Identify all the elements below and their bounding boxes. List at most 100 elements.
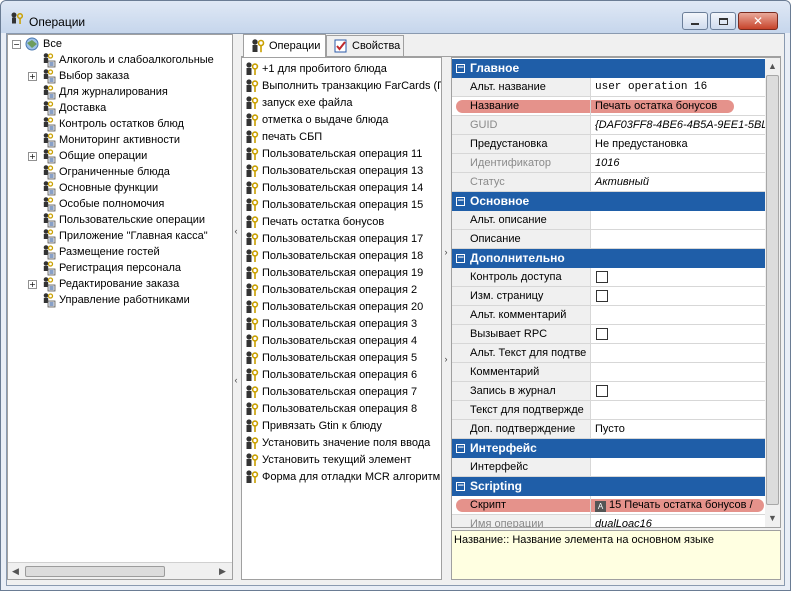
property-row[interactable]: GUID {DAF03FF8-4BE6-4B5A-9EE1-5BL [452, 116, 765, 135]
tree-item[interactable]: Ограниченные блюда [28, 164, 170, 180]
property-value[interactable]: dualLoac16 [592, 515, 765, 527]
property-value[interactable]: {DAF03FF8-4BE6-4B5A-9EE1-5BL [592, 116, 765, 134]
operations-list[interactable]: +1 для пробитого блюда Выполнить транзакц… [241, 57, 442, 580]
tree-item[interactable]: Приложение "Главная касса" [28, 228, 208, 244]
property-row[interactable]: Статус Активный [452, 173, 765, 192]
operation-item[interactable]: Выполнить транзакцию FarCards (П, [242, 77, 441, 94]
tree-item[interactable]: Управление работниками [28, 292, 190, 308]
tree-item[interactable]: Размещение гостей [28, 244, 160, 260]
scroll-up-icon[interactable]: ▲ [768, 61, 777, 71]
property-row[interactable]: Доп. подтверждение Пусто [452, 420, 765, 439]
collapse-icon[interactable]: − [456, 197, 465, 206]
property-row[interactable]: Предустановка Не предустановка [452, 135, 765, 154]
tree-horizontal-scrollbar[interactable]: ◀ ▶ [8, 562, 232, 579]
property-row[interactable]: Скрипт A 15 Печать остатка бонусов / [452, 496, 765, 515]
tree-item[interactable]: Особые полномочия [28, 196, 164, 212]
tree-item[interactable]: Мониторинг активности [28, 132, 180, 148]
tree-item[interactable]: + Общие операции [28, 148, 147, 164]
property-checkbox[interactable] [596, 385, 608, 397]
property-grid-scrollbar[interactable]: ▲ ▼ [765, 58, 780, 527]
property-row[interactable]: Идентификатор 1016 [452, 154, 765, 173]
splitter-left[interactable]: ‹ ‹ [233, 34, 239, 580]
property-row[interactable]: Текст для подтвержде [452, 401, 765, 420]
operation-item[interactable]: Пользовательская операция 20 [242, 298, 441, 315]
operation-item[interactable]: Пользовательская операция 19 [242, 264, 441, 281]
tab-operations[interactable]: Операции [243, 34, 326, 57]
property-category[interactable]: − Дополнительно [452, 249, 765, 268]
tree-root[interactable]: − Все [12, 36, 62, 52]
tab-properties[interactable]: Свойства [326, 35, 404, 56]
property-value[interactable]: Печать остатка бонусов [592, 97, 765, 115]
operation-item[interactable]: Пользовательская операция 6 [242, 366, 441, 383]
property-row[interactable]: Альт. описание [452, 211, 765, 230]
operation-item[interactable]: Привязать Gtin к блюду [242, 417, 441, 434]
operation-item[interactable]: Пользовательская операция 13 [242, 162, 441, 179]
operation-item[interactable]: Пользовательская операция 3 [242, 315, 441, 332]
collapse-left-icon-2[interactable]: ‹ [233, 375, 239, 385]
collapse-icon[interactable]: − [456, 444, 465, 453]
property-row[interactable]: Альт. Текст для подтве [452, 344, 765, 363]
property-value[interactable]: user operation 16 [592, 78, 765, 96]
property-row[interactable]: Имя операции dualLoac16 [452, 515, 765, 527]
operation-item[interactable]: Пользовательская операция 5 [242, 349, 441, 366]
property-row[interactable]: Вызывает RPC [452, 325, 765, 344]
tree-item[interactable]: Контроль остатков блюд [28, 116, 184, 132]
property-row[interactable]: Название Печать остатка бонусов [452, 97, 765, 116]
property-value[interactable]: Пусто [592, 420, 765, 438]
property-value[interactable] [592, 401, 765, 419]
maximize-button[interactable] [710, 12, 736, 30]
property-row[interactable]: Альт. комментарий [452, 306, 765, 325]
collapse-icon[interactable]: − [12, 39, 21, 49]
expand-right-icon[interactable]: › [443, 247, 449, 257]
operation-item[interactable]: Пользовательская операция 7 [242, 383, 441, 400]
operation-item[interactable]: запуск exe файла [242, 94, 441, 111]
property-checkbox[interactable] [596, 290, 608, 302]
operation-item[interactable]: Пользовательская операция 17 [242, 230, 441, 247]
collapse-icon[interactable]: − [456, 254, 465, 263]
scrollbar-thumb[interactable] [25, 566, 165, 577]
operation-item[interactable]: Пользовательская операция 18 [242, 247, 441, 264]
property-category[interactable]: − Интерфейс [452, 439, 765, 458]
operation-item[interactable]: Печать остатка бонусов [242, 213, 441, 230]
property-checkbox[interactable] [596, 271, 608, 283]
close-button[interactable]: ✕ [738, 12, 778, 30]
operation-item[interactable]: Пользовательская операция 11 [242, 145, 441, 162]
splitter-right[interactable]: › › [443, 57, 449, 580]
property-value[interactable] [592, 458, 765, 476]
property-value[interactable] [592, 363, 765, 381]
property-category[interactable]: − Главное [452, 59, 765, 78]
property-row[interactable]: Описание [452, 230, 765, 249]
expand-icon[interactable]: + [28, 71, 37, 81]
operation-item[interactable]: отметка о выдаче блюда [242, 111, 441, 128]
tree-item[interactable]: Регистрация персонала [28, 260, 181, 276]
scroll-down-icon[interactable]: ▼ [768, 513, 777, 523]
property-row[interactable]: Изм. страницу [452, 287, 765, 306]
property-value[interactable]: Не предустановка [592, 135, 765, 153]
operation-item[interactable]: Пользовательская операция 2 [242, 281, 441, 298]
operation-item[interactable]: Установить значение поля ввода [242, 434, 441, 451]
operation-item[interactable]: Установить текущий элемент [242, 451, 441, 468]
operation-item[interactable]: Пользовательская операция 15 [242, 196, 441, 213]
tree-item[interactable]: Доставка [28, 100, 106, 116]
collapse-icon[interactable]: − [456, 482, 465, 491]
collapse-left-icon[interactable]: ‹ [233, 226, 239, 236]
property-category[interactable]: − Scripting [452, 477, 765, 496]
operation-item[interactable]: Пользовательская операция 4 [242, 332, 441, 349]
scroll-left-icon[interactable]: ◀ [12, 566, 19, 577]
expand-right-icon-2[interactable]: › [443, 354, 449, 364]
operation-item[interactable]: +1 для пробитого блюда [242, 60, 441, 77]
property-row[interactable]: Комментарий [452, 363, 765, 382]
property-row[interactable]: Контроль доступа [452, 268, 765, 287]
operation-item[interactable]: печать СБП [242, 128, 441, 145]
property-value[interactable] [592, 211, 765, 229]
expand-icon[interactable]: + [28, 279, 37, 289]
property-row[interactable]: Запись в журнал [452, 382, 765, 401]
property-grid[interactable]: Имя операции dualLoac16 Скрипт A 15 Печать о… [451, 57, 781, 528]
tree-item[interactable]: Пользовательские операции [28, 212, 205, 228]
property-row[interactable]: Интерфейс [452, 458, 765, 477]
property-checkbox[interactable] [596, 328, 608, 340]
property-value[interactable]: 1016 [592, 154, 765, 172]
property-value[interactable]: A 15 Печать остатка бонусов / [592, 496, 765, 514]
tree-item[interactable]: + Выбор заказа [28, 68, 129, 84]
operation-item[interactable]: Пользовательская операция 14 [242, 179, 441, 196]
